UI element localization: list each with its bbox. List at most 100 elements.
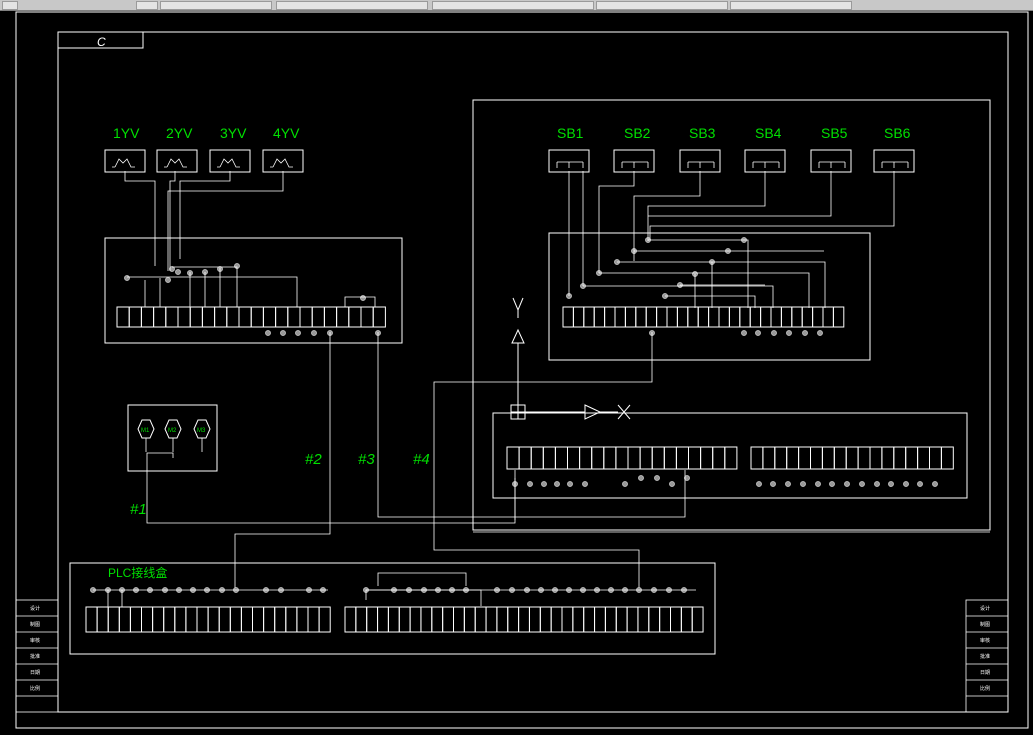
toolbar-field[interactable] — [276, 1, 428, 10]
terminal — [869, 446, 883, 470]
terminal — [214, 306, 228, 328]
terminal — [174, 606, 187, 633]
terminal — [474, 606, 487, 633]
button-box-sb1[interactable] — [548, 149, 590, 173]
button-terminal-box — [548, 171, 895, 361]
wire-label-1: #1 — [130, 501, 147, 518]
terminal — [905, 446, 919, 470]
title-block-right: 设计 制图 审核 批准 日期 比例 — [965, 599, 1009, 713]
terminal — [651, 446, 665, 470]
terminal — [431, 606, 444, 633]
toolbar-field[interactable] — [160, 1, 272, 10]
terminal-node — [829, 481, 835, 487]
terminal — [463, 606, 476, 633]
button-box-sb6[interactable] — [873, 149, 915, 173]
terminal — [274, 606, 287, 633]
terminal-node — [360, 295, 366, 301]
valve-labels: 1YV 2YV 3YV 4YV — [113, 125, 300, 141]
terminal — [579, 446, 593, 470]
terminal — [639, 446, 653, 470]
terminal-node — [817, 330, 823, 336]
terminal — [366, 606, 379, 633]
terminal — [496, 606, 509, 633]
terminal — [659, 606, 672, 633]
terminal — [185, 606, 198, 633]
terminal-node — [802, 330, 808, 336]
terminal-node — [295, 330, 301, 336]
terminal — [591, 446, 605, 470]
terminal — [594, 606, 606, 633]
terminal-node — [541, 481, 547, 487]
terminal — [656, 306, 668, 328]
terminal-node — [669, 481, 675, 487]
terminal — [377, 606, 389, 633]
button-box-sb5[interactable] — [810, 149, 852, 173]
title-block-row: 审核 — [30, 637, 40, 644]
terminal — [485, 606, 498, 633]
terminal — [287, 306, 301, 328]
terminal — [128, 306, 142, 328]
terminal — [810, 446, 823, 470]
terminal — [218, 606, 231, 633]
button-box-sb3[interactable] — [679, 149, 721, 173]
toolbar-button[interactable] — [2, 1, 18, 10]
terminal — [603, 446, 617, 470]
terminal — [604, 306, 616, 328]
button-box-sb2[interactable] — [613, 149, 655, 173]
title-block-left: 设计 制图 审核 批准 日期 比例 — [15, 599, 59, 713]
terminal — [554, 446, 569, 470]
terminal — [845, 446, 859, 470]
terminal — [85, 606, 98, 633]
drawing-canvas[interactable]: C 设计 制图 审核 批准 日期 比例 设计 制图 审核 批准 日期 比例 1Y… — [0, 10, 1033, 730]
terminal-node — [859, 481, 865, 487]
terminal — [780, 306, 793, 328]
wire-label-3: #3 — [358, 451, 375, 468]
terminal-node — [755, 330, 761, 336]
terminal — [688, 446, 702, 470]
terminal-node — [175, 269, 181, 275]
terminal — [299, 306, 313, 328]
valve-label-3yv: 3YV — [220, 125, 247, 141]
terminal — [670, 606, 682, 633]
terminal — [832, 306, 845, 328]
terminal-node — [622, 481, 628, 487]
terminal-node — [800, 481, 806, 487]
terminal — [708, 306, 720, 328]
terminal — [567, 446, 581, 470]
button-label-sb6: SB6 — [884, 125, 911, 141]
terminal — [645, 306, 658, 328]
terminal-node — [874, 481, 880, 487]
terminal — [583, 306, 595, 328]
terminal — [691, 606, 704, 633]
terminal — [420, 606, 433, 633]
terminal — [207, 606, 220, 633]
toolbar-field[interactable] — [432, 1, 594, 10]
button-box-sb4[interactable] — [744, 149, 786, 173]
terminal — [550, 606, 563, 633]
terminal — [728, 306, 741, 328]
terminal — [917, 446, 930, 470]
terminal — [833, 446, 847, 470]
terminal — [238, 306, 252, 328]
terminal — [798, 446, 811, 470]
valve-boxes — [104, 149, 304, 173]
terminal — [107, 606, 120, 633]
terminal — [165, 306, 179, 328]
terminal — [442, 606, 454, 633]
terminal — [453, 606, 465, 633]
toolbar-field[interactable] — [730, 1, 852, 10]
terminal — [355, 606, 368, 633]
terminal — [360, 306, 374, 328]
terminal — [518, 606, 530, 633]
terminal-node — [785, 481, 791, 487]
terminal — [739, 306, 751, 328]
button-boxes — [548, 149, 915, 173]
terminal — [539, 606, 552, 633]
terminal — [562, 306, 574, 328]
terminal-node — [844, 481, 850, 487]
toolbar-field[interactable] — [596, 1, 728, 10]
toolbar-button[interactable] — [136, 1, 158, 10]
terminal — [189, 306, 203, 328]
terminal — [336, 306, 350, 328]
title-block-row: 比例 — [30, 685, 40, 692]
